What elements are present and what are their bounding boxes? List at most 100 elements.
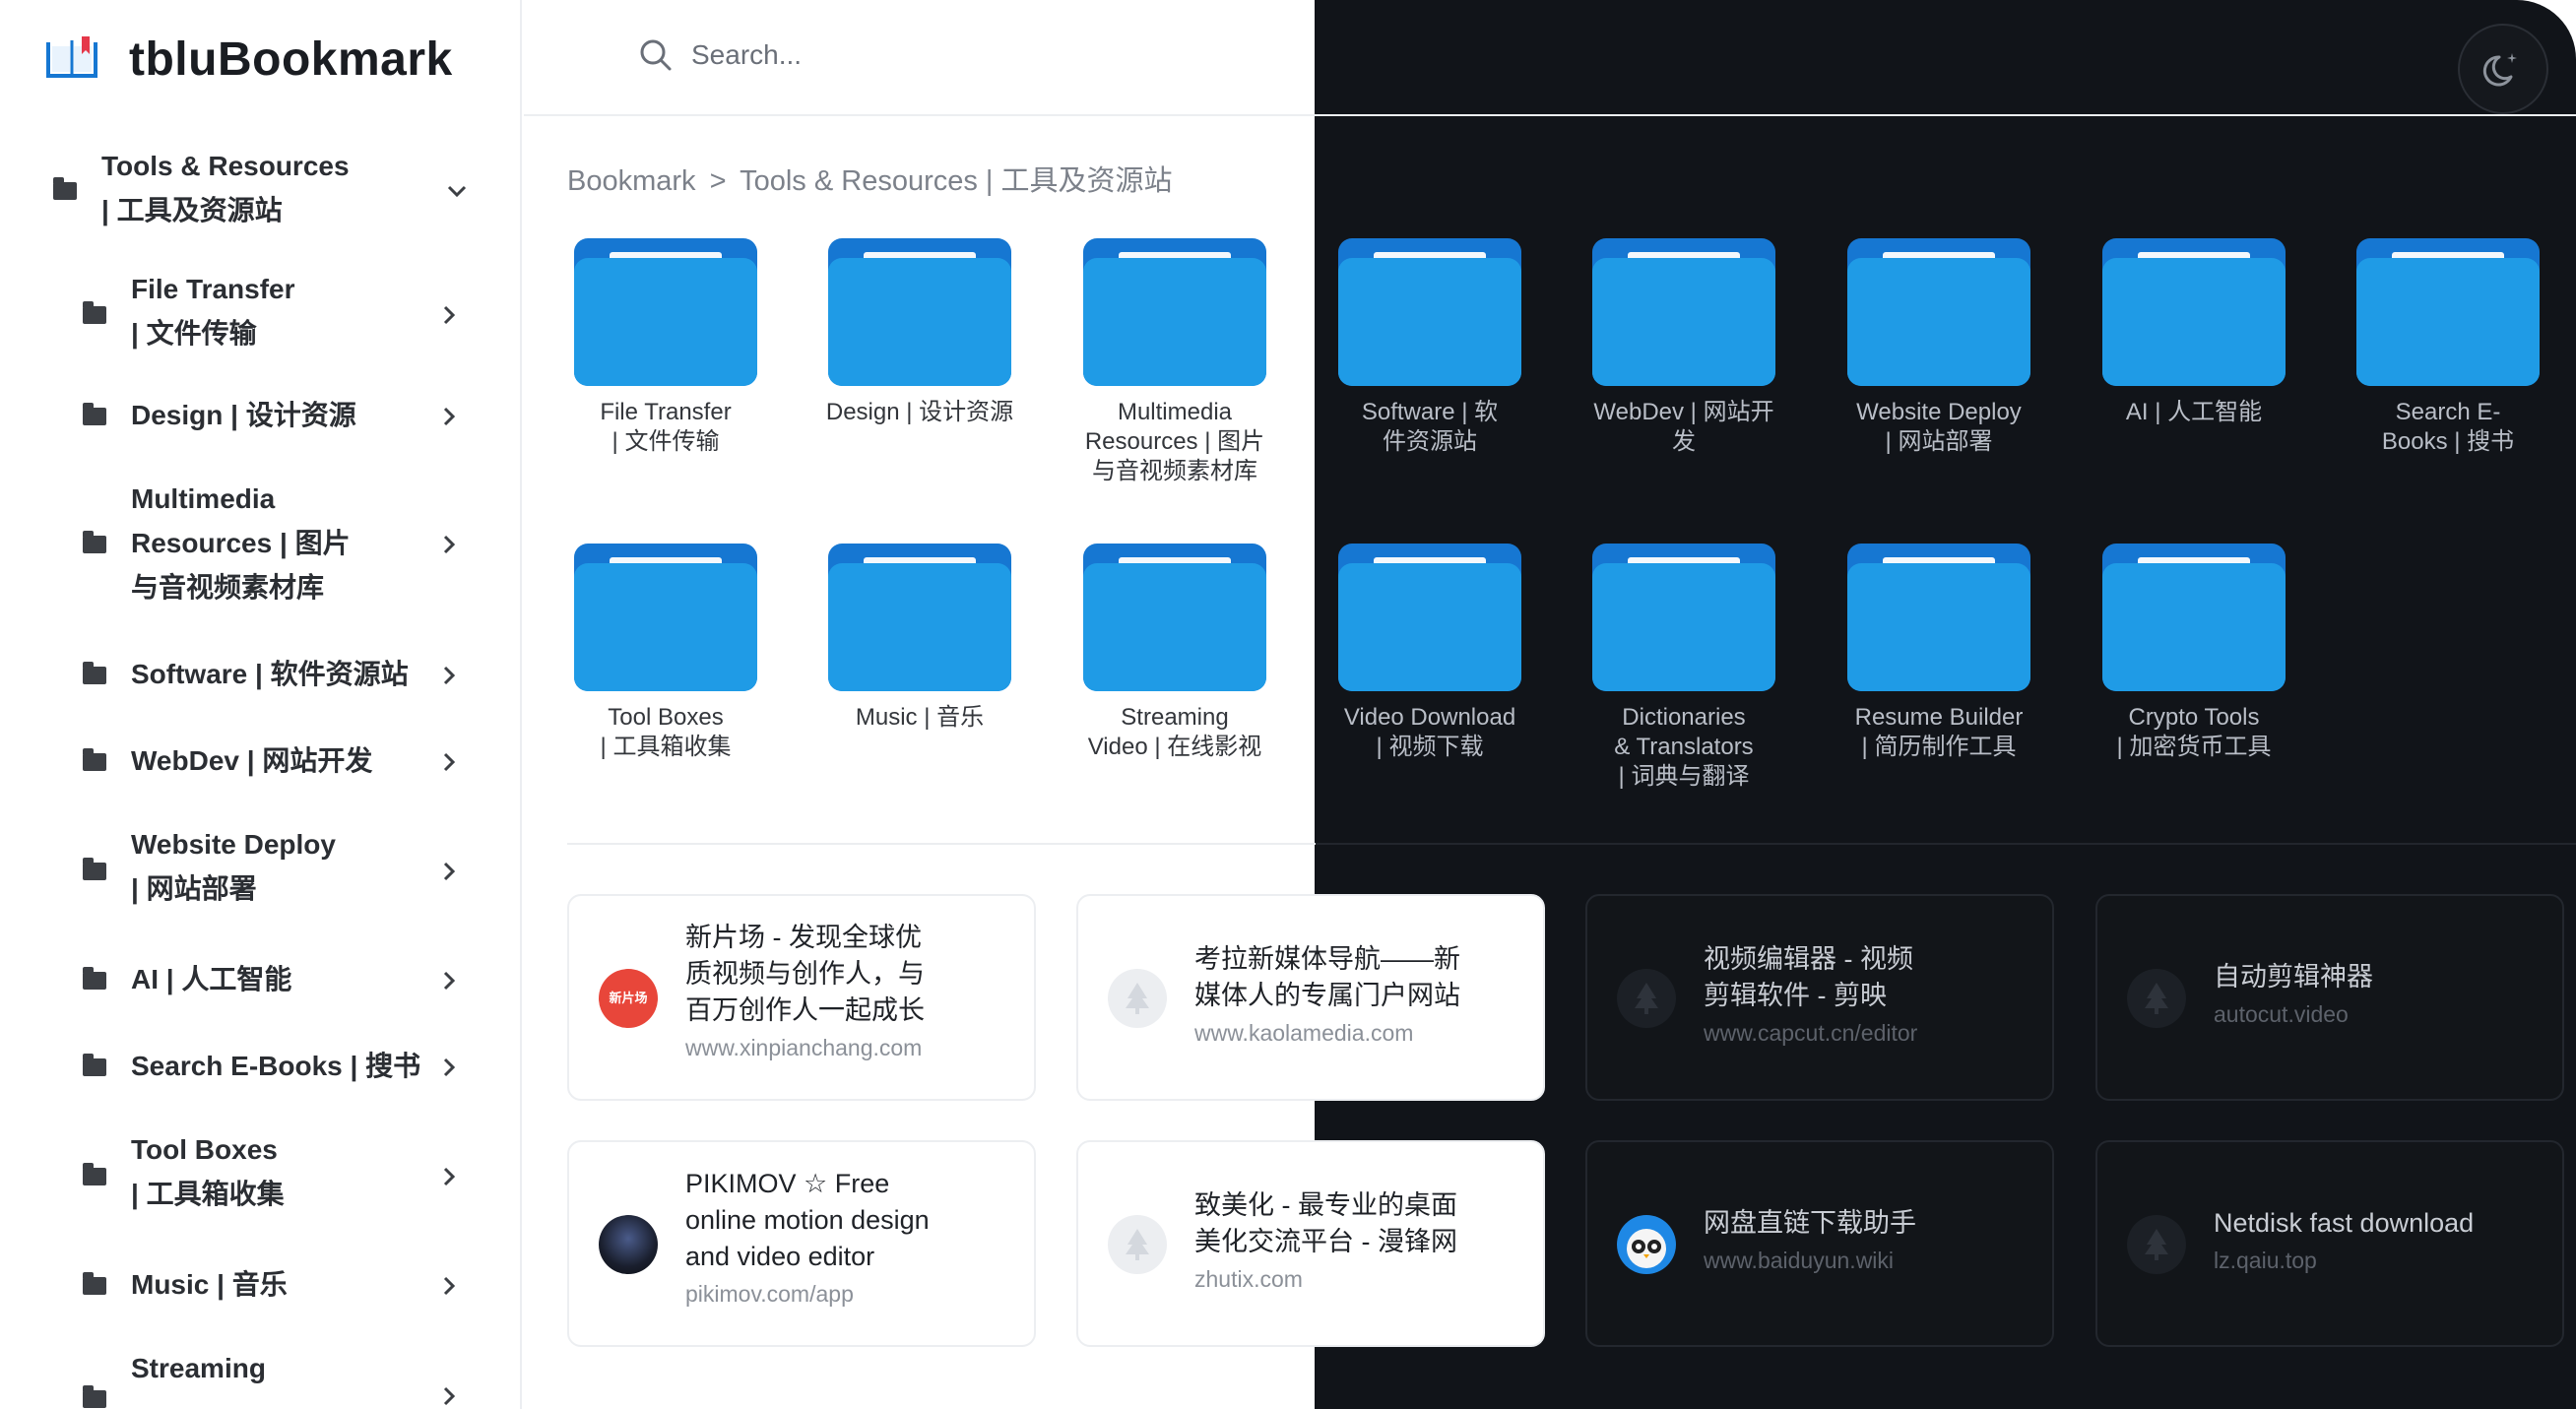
folder-label-line: | 词典与翻译 <box>1618 763 1750 790</box>
folder-card[interactable]: Design | 设计资源 <box>821 238 1018 427</box>
sidebar-item-ai[interactable]: AI | 人工智能 <box>0 950 522 1009</box>
folder-card[interactable]: Software | 软件资源站 <box>1331 238 1528 457</box>
folder-card[interactable]: Crypto Tools | 加密货币工具 <box>2095 544 2292 762</box>
sidebar-item-label: Streaming <box>131 1353 266 1383</box>
bookmark-title: 致美化 - 最专业的桌面 美化交流平台 - 漫锋网 <box>1194 1187 1523 1260</box>
folder-card[interactable]: Search E- Books | 搜书 <box>2350 238 2546 457</box>
folder-label-line: Music | 音乐 <box>855 704 985 731</box>
folder-icon <box>83 858 106 880</box>
sidebar-item-label: Software | 软件资源站 <box>131 659 409 689</box>
moon-icon <box>2482 53 2517 87</box>
folder-card[interactable]: AI | 人工智能 <box>2095 238 2292 427</box>
sidebar-item-search-ebooks[interactable]: Search E-Books | 搜书 <box>0 1037 522 1096</box>
bookmark-card[interactable]: 考拉新媒体导航——新 媒体人的专属门户网站 www.kaolamedia.com <box>1076 894 1545 1101</box>
bookmark-title-line: 质视频与创作人，与 <box>685 959 925 989</box>
folder-label-line: 件资源站 <box>1383 428 1477 455</box>
tree-placeholder-icon <box>1617 969 1676 1028</box>
search-input[interactable]: Search... <box>691 39 802 71</box>
sidebar-item-design[interactable]: Design | 设计资源 <box>0 386 522 445</box>
folder-icon <box>83 1385 106 1408</box>
folder-card[interactable]: Resume Builder | 简历制作工具 <box>1840 544 2037 762</box>
sidebar-item-streaming[interactable]: Streaming <box>0 1341 522 1409</box>
folder-icon <box>2102 238 2286 386</box>
chevron-right-icon[interactable] <box>435 531 463 558</box>
folder-label-line: | 视频下载 <box>1376 734 1484 760</box>
sidebar-item-tool-boxes[interactable]: Tool Boxes | 工具箱收集 <box>0 1122 522 1221</box>
chevron-down-icon[interactable] <box>443 177 471 205</box>
bookmark-card[interactable]: 自动剪辑神器 autocut.video <box>2095 894 2564 1101</box>
breadcrumb-current: Tools & Resources | 工具及资源站 <box>740 165 1173 197</box>
folder-label-line: Books | 搜书 <box>2381 428 2515 455</box>
chevron-right-icon[interactable] <box>435 1382 463 1409</box>
folder-card[interactable]: Dictionaries & Translators | 词典与翻译 <box>1585 544 1782 792</box>
folder-label: Website Deploy | 网站部署 <box>1840 398 2037 457</box>
bookmark-title: Netdisk fast download <box>2214 1205 2543 1242</box>
folder-label: Music | 音乐 <box>821 703 1018 733</box>
folder-label-line: | 加密货币工具 <box>2116 734 2272 760</box>
book-logo-icon <box>44 36 99 82</box>
folder-icon <box>1592 238 1775 386</box>
chevron-right-icon[interactable] <box>435 748 463 776</box>
folder-label-line: Design | 设计资源 <box>825 399 1014 425</box>
bookmark-title-line: 视频编辑器 - 视频 <box>1704 944 1913 974</box>
folder-card[interactable]: File Transfer | 文件传输 <box>567 238 764 457</box>
folder-label-line: Streaming <box>1121 704 1229 731</box>
folder-label: File Transfer | 文件传输 <box>567 398 764 457</box>
folder-icon <box>828 238 1011 386</box>
section-divider <box>567 843 1355 845</box>
bookmark-card[interactable]: 网盘直链下载助手 www.baiduyun.wiki <box>1585 1140 2054 1347</box>
folder-icon <box>1338 238 1521 386</box>
search-bar[interactable]: Search... <box>638 37 802 73</box>
folder-label: Streaming Video | 在线影视 <box>1076 703 1273 762</box>
sidebar-item-software[interactable]: Software | 软件资源站 <box>0 645 522 704</box>
chevron-right-icon[interactable] <box>435 1054 463 1081</box>
bookmark-title: 新片场 - 发现全球优 质视频与创作人，与 百万创作人一起成长 <box>685 920 1014 1029</box>
folder-label-line: | 简历制作工具 <box>1861 734 2017 760</box>
folder-label-line: Resume Builder <box>1854 704 2024 731</box>
sidebar-item-file-transfer[interactable]: File Transfer | 文件传输 <box>0 261 522 359</box>
app-logo[interactable]: tbluBookmark <box>44 30 453 89</box>
bookmark-url: www.capcut.cn/editor <box>1704 1020 1918 1046</box>
folder-icon <box>83 1163 106 1185</box>
bookmark-card[interactable]: PIKIMOV ☆ Free online motion design and vi… <box>567 1140 1036 1347</box>
section-divider-dark <box>1316 843 2576 845</box>
folder-icon <box>1847 238 2030 386</box>
chevron-right-icon[interactable] <box>435 403 463 430</box>
breadcrumb-root[interactable]: Bookmark <box>567 165 696 197</box>
sidebar-item-music[interactable]: Music | 音乐 <box>0 1255 522 1314</box>
folder-icon <box>53 177 77 200</box>
folder-label-line: Crypto Tools <box>2128 704 2260 731</box>
bookmark-card[interactable]: Netdisk fast download lz.qaiu.top <box>2095 1140 2564 1347</box>
folder-label-line: & Translators <box>1614 734 1754 760</box>
bookmark-card[interactable]: 新片场 新片场 - 发现全球优 质视频与创作人，与 百万创作人一起成长 www.xinp… <box>567 894 1036 1101</box>
folder-card[interactable]: Streaming Video | 在线影视 <box>1076 544 1273 762</box>
folder-label: WebDev | 网站开发 <box>1585 398 1782 457</box>
sidebar-item-label: Multimedia <box>131 483 276 514</box>
chevron-right-icon[interactable] <box>435 1163 463 1190</box>
folder-card[interactable]: Video Download | 视频下载 <box>1331 544 1528 762</box>
sidebar-item-tools-resources[interactable]: Tools & Resources | 工具及资源站 <box>0 138 522 236</box>
xinpianchang-logo-text: 新片场 <box>609 991 648 1005</box>
sidebar-item-webdev[interactable]: WebDev | 网站开发 <box>0 732 522 791</box>
bookmark-card[interactable]: 致美化 - 最专业的桌面 美化交流平台 - 漫锋网 zhutix.com <box>1076 1140 1545 1347</box>
bookmark-title-line: 网盘直链下载助手 <box>1704 1208 1916 1238</box>
folder-label-line: Website Deploy <box>1856 399 2022 425</box>
chevron-right-icon[interactable] <box>435 1272 463 1300</box>
chevron-right-icon[interactable] <box>435 301 463 329</box>
folder-card[interactable]: Music | 音乐 <box>821 544 1018 733</box>
bookmark-card[interactable]: 视频编辑器 - 视频 剪辑软件 - 剪映 www.capcut.cn/editor <box>1585 894 2054 1101</box>
chevron-right-icon[interactable] <box>435 967 463 994</box>
folder-card[interactable]: Website Deploy | 网站部署 <box>1840 238 2037 457</box>
main-content: Search... Bookmark > Tools & Resources |… <box>524 0 2576 1409</box>
chevron-right-icon[interactable] <box>435 858 463 885</box>
theme-toggle-button[interactable] <box>2458 24 2548 114</box>
chevron-right-icon[interactable] <box>435 662 463 689</box>
folder-card[interactable]: WebDev | 网站开发 <box>1585 238 1782 457</box>
owl-logo <box>1617 1215 1676 1274</box>
breadcrumb-separator: > <box>709 165 727 197</box>
folder-label-line: Multimedia <box>1117 399 1233 425</box>
sidebar-item-multimedia[interactable]: Multimedia Resources | 图片 与音视频素材库 <box>0 473 522 610</box>
sidebar-item-website-deploy[interactable]: Website Deploy | 网站部署 <box>0 817 522 916</box>
folder-card[interactable]: Tool Boxes | 工具箱收集 <box>567 544 764 762</box>
folder-card[interactable]: Multimedia Resources | 图片 与音视频素材库 <box>1076 238 1273 486</box>
